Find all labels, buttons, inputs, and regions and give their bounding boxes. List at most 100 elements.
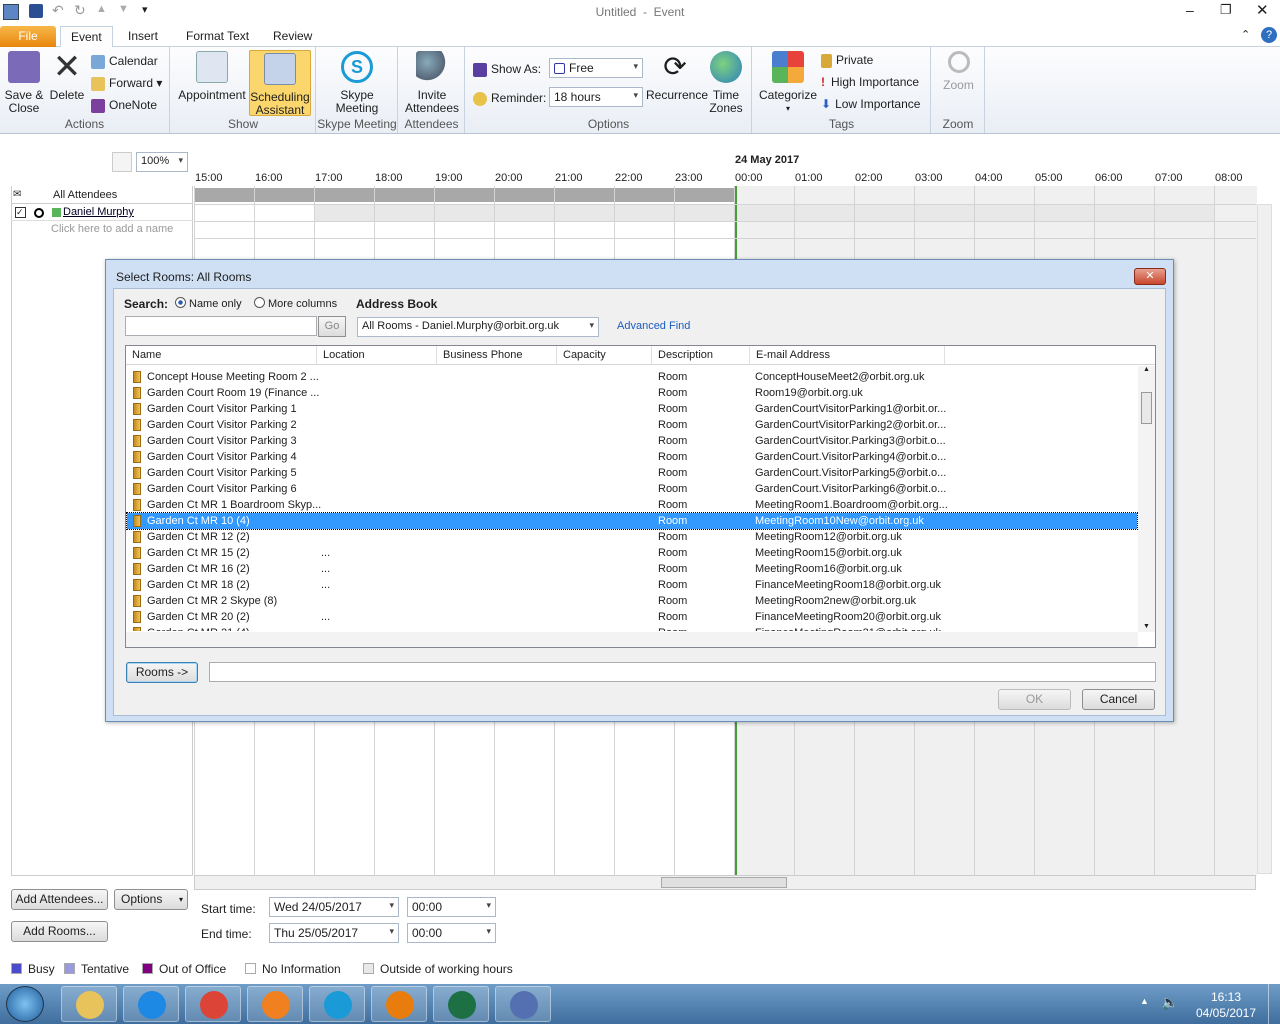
room-row[interactable]: Garden Ct MR 12 (2) Room MeetingRoom12@orb…: [127, 529, 1137, 545]
appointment-button[interactable]: Appointment: [177, 51, 247, 102]
more-columns-radio[interactable]: More columns: [254, 297, 337, 310]
attendee-checkbox[interactable]: ✓: [15, 207, 26, 218]
horizontal-scrollbar[interactable]: [194, 875, 1256, 890]
taskbar-chrome[interactable]: [185, 986, 241, 1022]
tab-file[interactable]: File: [0, 26, 56, 47]
room-row[interactable]: Garden Ct MR 2 Skype (8) Room MeetingRoom2…: [127, 593, 1137, 609]
column-header-location[interactable]: Location: [317, 346, 437, 364]
cancel-button[interactable]: Cancel: [1082, 689, 1155, 710]
onenote-button[interactable]: OneNote: [91, 95, 157, 115]
room-row[interactable]: Garden Court Visitor Parking 5 Room Garden…: [127, 465, 1137, 481]
show-desktop-button[interactable]: [1268, 984, 1280, 1024]
show-as-dropdown[interactable]: Free: [549, 58, 643, 78]
scroll-up-icon[interactable]: ▲: [1138, 366, 1155, 373]
room-row[interactable]: Garden Ct MR 16 (2)... Room MeetingRoom16@…: [127, 561, 1137, 577]
minimize-button[interactable]: –: [1186, 2, 1194, 18]
high-importance-button[interactable]: ! High Importance: [821, 72, 919, 92]
recurrence-button[interactable]: ⟳ Recurrence: [646, 51, 708, 102]
room-row[interactable]: Garden Ct MR 1 Boardroom Skyp... Room Meet…: [127, 497, 1137, 513]
time-zones-button[interactable]: Time Zones: [706, 51, 746, 115]
search-input[interactable]: [125, 316, 317, 336]
room-row[interactable]: Garden Ct MR 10 (4) Room MeetingRoom10New@…: [126, 512, 1138, 530]
end-time-field[interactable]: 00:00: [407, 923, 496, 943]
attendee-name[interactable]: Daniel Murphy: [63, 206, 134, 218]
tab-insert[interactable]: Insert: [118, 26, 168, 47]
options-button[interactable]: Options ▾: [114, 889, 188, 910]
add-name-field[interactable]: Click here to add a name: [51, 223, 173, 235]
low-importance-button[interactable]: ⬇ Low Importance: [821, 94, 920, 114]
ok-button[interactable]: OK: [998, 689, 1071, 710]
go-button[interactable]: Go: [318, 316, 346, 337]
close-window-button[interactable]: ✕: [1256, 1, 1269, 19]
categorize-button[interactable]: Categorize ▾: [757, 51, 819, 115]
taskbar-file-explorer[interactable]: [61, 986, 117, 1022]
redo-icon[interactable]: ↻: [74, 2, 86, 19]
collapse-ribbon-icon[interactable]: ⌃: [1241, 28, 1250, 41]
start-time-field[interactable]: 00:00: [407, 897, 496, 917]
advanced-find-link[interactable]: Advanced Find: [617, 320, 690, 332]
show-hidden-icons[interactable]: ▲: [1140, 996, 1149, 1006]
horizontal-scroll-thumb[interactable]: [661, 877, 787, 888]
list-scroll-thumb[interactable]: [1141, 392, 1152, 424]
start-date-field[interactable]: Wed 24/05/2017: [269, 897, 399, 917]
room-row[interactable]: Concept House Meeting Room 2 ... Room Conc…: [127, 369, 1137, 385]
skype-meeting-button[interactable]: S Skype Meeting: [327, 51, 387, 115]
rooms-button[interactable]: Rooms ->: [126, 662, 198, 683]
column-header-name[interactable]: Name: [126, 346, 317, 364]
taskbar-media-player[interactable]: [247, 986, 303, 1022]
add-rooms-button[interactable]: Add Rooms...: [11, 921, 108, 942]
taskbar-excel[interactable]: [433, 986, 489, 1022]
room-row[interactable]: Garden Court Visitor Parking 2 Room Garden…: [127, 417, 1137, 433]
column-header-description[interactable]: Description: [652, 346, 750, 364]
private-button[interactable]: Private: [821, 50, 873, 70]
forward-button[interactable]: Forward ▾: [91, 73, 162, 93]
customize-toolbar-icon[interactable]: ▾: [142, 3, 148, 16]
start-button[interactable]: [6, 986, 44, 1022]
room-row[interactable]: Garden Court Visitor Parking 4 Room Garden…: [127, 449, 1137, 465]
tab-event[interactable]: Event: [60, 26, 113, 47]
dialog-close-button[interactable]: ✕: [1134, 268, 1166, 285]
room-row[interactable]: Garden Ct MR 18 (2)... Room FinanceMeeting…: [127, 577, 1137, 593]
add-attendees-button[interactable]: Add Attendees...: [11, 889, 108, 910]
taskbar-outlook[interactable]: [371, 986, 427, 1022]
zoom-level-dropdown[interactable]: 100%: [136, 152, 188, 172]
previous-item-icon[interactable]: ▲: [96, 3, 107, 15]
delete-button[interactable]: ✕ Delete: [48, 50, 86, 102]
tab-review[interactable]: Review: [263, 26, 322, 47]
room-row[interactable]: Garden Court Visitor Parking 1 Room Garden…: [127, 401, 1137, 417]
rooms-input[interactable]: [209, 662, 1156, 682]
clock-time[interactable]: 16:13: [1196, 990, 1256, 1004]
list-horizontal-scrollbar[interactable]: [126, 632, 1138, 647]
volume-icon[interactable]: 🔈: [1161, 994, 1178, 1011]
restore-button[interactable]: ❐: [1220, 2, 1232, 18]
clock-date[interactable]: 04/05/2017: [1186, 1006, 1266, 1020]
room-row[interactable]: Garden Ct MR 20 (2)... Room FinanceMeeting…: [127, 609, 1137, 625]
tab-format-text[interactable]: Format Text: [176, 26, 259, 47]
help-icon[interactable]: ?: [1261, 27, 1277, 43]
invite-attendees-button[interactable]: Invite Attendees: [403, 51, 461, 115]
undo-icon[interactable]: ↶: [52, 2, 64, 19]
name-only-radio[interactable]: Name only: [175, 297, 242, 310]
column-header-capacity[interactable]: Capacity: [557, 346, 652, 364]
reminder-dropdown[interactable]: 18 hours: [549, 87, 643, 107]
scroll-down-icon[interactable]: ▼: [1143, 623, 1150, 630]
next-item-icon[interactable]: ▼: [118, 3, 129, 15]
scheduling-assistant-button[interactable]: Scheduling Assistant: [249, 50, 311, 117]
column-header-business-phone[interactable]: Business Phone: [437, 346, 557, 364]
save-close-button[interactable]: Save & Close: [4, 51, 44, 115]
calendar-button[interactable]: Calendar: [91, 51, 158, 71]
vertical-scrollbar[interactable]: [1257, 204, 1272, 874]
room-row[interactable]: Garden Court Room 19 (Finance ... Room Roo…: [127, 385, 1137, 401]
address-book-dropdown[interactable]: All Rooms - Daniel.Murphy@orbit.org.uk: [357, 317, 599, 337]
room-row[interactable]: Garden Ct MR 21 (4)... Room FinanceMeeting…: [127, 625, 1137, 631]
column-header-e-mail-address[interactable]: E-mail Address: [750, 346, 945, 364]
end-date-field[interactable]: Thu 25/05/2017: [269, 923, 399, 943]
taskbar-app[interactable]: [495, 986, 551, 1022]
room-row[interactable]: Garden Court Visitor Parking 3 Room Garden…: [127, 433, 1137, 449]
taskbar-internet-explorer[interactable]: [123, 986, 179, 1022]
list-vertical-scrollbar[interactable]: ▲ ▼: [1138, 366, 1155, 632]
zoom-button[interactable]: Zoom: [936, 51, 981, 92]
save-icon[interactable]: [29, 4, 43, 18]
attendee-row[interactable]: ✓ Daniel Murphy: [11, 205, 193, 221]
room-row[interactable]: Garden Court Visitor Parking 6 Room Garden…: [127, 481, 1137, 497]
